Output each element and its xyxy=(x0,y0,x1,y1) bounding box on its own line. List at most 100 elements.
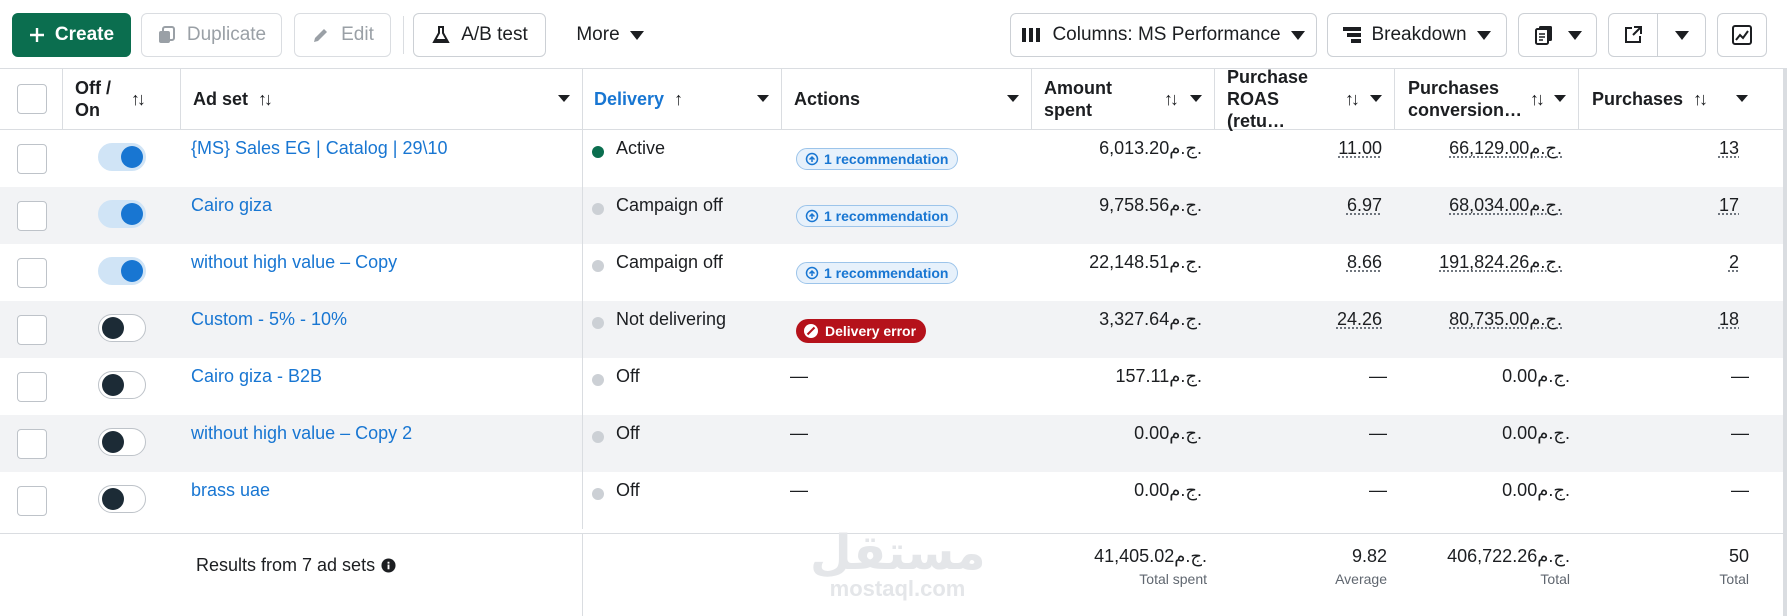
ab-test-label: A/B test xyxy=(461,24,528,45)
delivery-error-badge[interactable]: Delivery error xyxy=(796,319,927,343)
amount-spent-value: 157.11ج.م. xyxy=(1115,366,1203,386)
watermark-latin: mostaql.com xyxy=(829,576,966,601)
caret-down-icon xyxy=(1674,30,1689,40)
purchase-roas-value: — xyxy=(1369,480,1387,500)
line-chart-icon xyxy=(1732,25,1752,45)
ad-set-name-link[interactable]: Cairo giza xyxy=(191,195,272,216)
edit-button[interactable]: Edit xyxy=(294,13,391,57)
ad-set-name-link[interactable]: brass uae xyxy=(191,480,270,501)
purchases-value: — xyxy=(1731,480,1749,500)
ad-set-toggle[interactable] xyxy=(98,485,146,513)
toolbar: Create Duplicate Edit A/B test More Colu… xyxy=(0,0,1787,68)
ad-set-name-link[interactable]: Custom - 5% - 10% xyxy=(191,309,347,330)
header-ad-set[interactable]: Ad set ↑↓ xyxy=(193,69,582,129)
purchases-conversion-value[interactable]: 68,034.00ج.م. xyxy=(1449,195,1562,216)
purchase-roas-value[interactable]: 24.26 xyxy=(1337,309,1382,330)
header-purchases-conversion[interactable]: Purchases conversion… ↑↓ xyxy=(1408,69,1578,129)
toggle-knob xyxy=(102,488,124,510)
table-row[interactable]: without high value – Copy Campaign off 1… xyxy=(0,244,1787,301)
table-row[interactable]: Cairo giza - B2B Off — 157.11ج.م. — 0.00… xyxy=(0,358,1787,415)
conversion-total-value: 406,722.26ج.م. xyxy=(1447,546,1570,566)
scrollbar-edge[interactable] xyxy=(1783,68,1787,616)
sort-icon: ↑↓ xyxy=(131,89,146,109)
more-button[interactable]: More xyxy=(560,13,660,57)
delivery-status: Off xyxy=(616,423,640,443)
header-delivery[interactable]: Delivery ↑ xyxy=(594,69,781,129)
more-label: More xyxy=(576,24,620,45)
ad-set-toggle[interactable] xyxy=(98,314,146,342)
recommendation-icon xyxy=(805,152,819,166)
status-dot xyxy=(592,431,604,443)
header-purchase-roas[interactable]: Purchase ROAS (retu… ↑↓ xyxy=(1227,67,1394,131)
toolbar-separator xyxy=(403,16,404,54)
amount-spent-value: 22,148.51ج.م. xyxy=(1089,252,1202,272)
purchases-value[interactable]: 18 xyxy=(1719,309,1739,330)
row-checkbox[interactable] xyxy=(17,201,47,231)
select-all-checkbox[interactable] xyxy=(17,84,47,114)
purchases-conversion-value[interactable]: 66,129.00ج.م. xyxy=(1449,138,1562,159)
purchases-value[interactable]: 13 xyxy=(1719,138,1739,159)
export-button[interactable] xyxy=(1609,14,1657,56)
info-icon[interactable] xyxy=(381,558,396,573)
duplicate-button[interactable]: Duplicate xyxy=(141,13,282,57)
error-icon xyxy=(804,324,818,338)
ad-set-toggle[interactable] xyxy=(98,143,146,171)
column-divider xyxy=(62,69,63,129)
purchases-value[interactable]: 2 xyxy=(1729,252,1739,273)
chart-button[interactable] xyxy=(1717,13,1767,57)
ad-set-name-link[interactable]: {MS} Sales EG | Catalog | 29\10 xyxy=(191,138,448,159)
purchases-total-value: 50 xyxy=(1728,546,1749,566)
row-checkbox[interactable] xyxy=(17,144,47,174)
create-button[interactable]: Create xyxy=(12,13,131,57)
columns-button[interactable]: Columns: MS Performance xyxy=(1010,13,1317,57)
row-checkbox[interactable] xyxy=(17,258,47,288)
recommendation-label: 1 recommendation xyxy=(824,265,949,281)
purchase-roas-value[interactable]: 6.97 xyxy=(1347,195,1382,216)
recommendation-badge[interactable]: 1 recommendation xyxy=(796,262,959,284)
toggle-knob xyxy=(121,260,143,282)
table-row[interactable]: {MS} Sales EG | Catalog | 29\10 Active 1… xyxy=(0,130,1787,187)
row-checkbox[interactable] xyxy=(17,429,47,459)
actions-empty: — xyxy=(790,480,808,500)
ad-set-name-link[interactable]: Cairo giza - B2B xyxy=(191,366,322,387)
ad-set-toggle[interactable] xyxy=(98,257,146,285)
header-actions-label: Actions xyxy=(794,89,861,109)
recommendation-badge[interactable]: 1 recommendation xyxy=(796,205,959,227)
amount-spent-value: 0.00ج.م. xyxy=(1134,423,1202,443)
purchases-conversion-value[interactable]: 191,824.26ج.م. xyxy=(1439,252,1562,273)
ab-test-button[interactable]: A/B test xyxy=(413,13,546,57)
ad-set-name-link[interactable]: without high value – Copy xyxy=(191,252,397,273)
header-purchases[interactable]: Purchases ↑↓ xyxy=(1592,69,1760,129)
breakdown-button[interactable]: Breakdown xyxy=(1327,13,1507,57)
purchase-roas-value[interactable]: 8.66 xyxy=(1347,252,1382,273)
column-divider xyxy=(582,130,583,187)
status-dot xyxy=(592,317,604,329)
reports-button[interactable] xyxy=(1518,13,1597,57)
caret-down-icon xyxy=(757,95,769,102)
row-checkbox[interactable] xyxy=(17,315,47,345)
header-amount-spent[interactable]: Amount spent ↑↓ xyxy=(1044,69,1214,129)
purchases-value[interactable]: 17 xyxy=(1719,195,1739,216)
table-row[interactable]: Cairo giza Campaign off 1 recommendation… xyxy=(0,187,1787,244)
export-menu-button[interactable] xyxy=(1658,14,1705,56)
table-row[interactable]: without high value – Copy 2 Off — 0.00ج.… xyxy=(0,415,1787,472)
purchase-roas-value[interactable]: 11.00 xyxy=(1338,138,1382,159)
ad-set-toggle[interactable] xyxy=(98,371,146,399)
row-checkbox[interactable] xyxy=(17,486,47,516)
table-row[interactable]: brass uae Off — 0.00ج.م. — 0.00ج.م. — xyxy=(0,472,1787,529)
purchases-conversion-value[interactable]: 80,735.00ج.م. xyxy=(1449,309,1562,330)
header-delivery-label: Delivery xyxy=(594,89,665,109)
header-actions[interactable]: Actions xyxy=(794,69,1031,129)
column-divider xyxy=(1394,69,1395,129)
recommendation-badge[interactable]: 1 recommendation xyxy=(796,148,959,170)
ad-set-toggle[interactable] xyxy=(98,200,146,228)
total-spent: 41,405.02ج.م. Total spent xyxy=(1094,546,1207,587)
header-off-on[interactable]: Off / On ↑↓ xyxy=(75,69,180,129)
ad-set-toggle[interactable] xyxy=(98,428,146,456)
caret-down-icon xyxy=(1290,30,1305,40)
roas-average-label: Average xyxy=(1335,571,1387,587)
row-checkbox[interactable] xyxy=(17,372,47,402)
table-row[interactable]: Custom - 5% - 10% Not delivering Deliver… xyxy=(0,301,1787,358)
column-divider xyxy=(582,301,583,358)
ad-set-name-link[interactable]: without high value – Copy 2 xyxy=(191,423,412,444)
